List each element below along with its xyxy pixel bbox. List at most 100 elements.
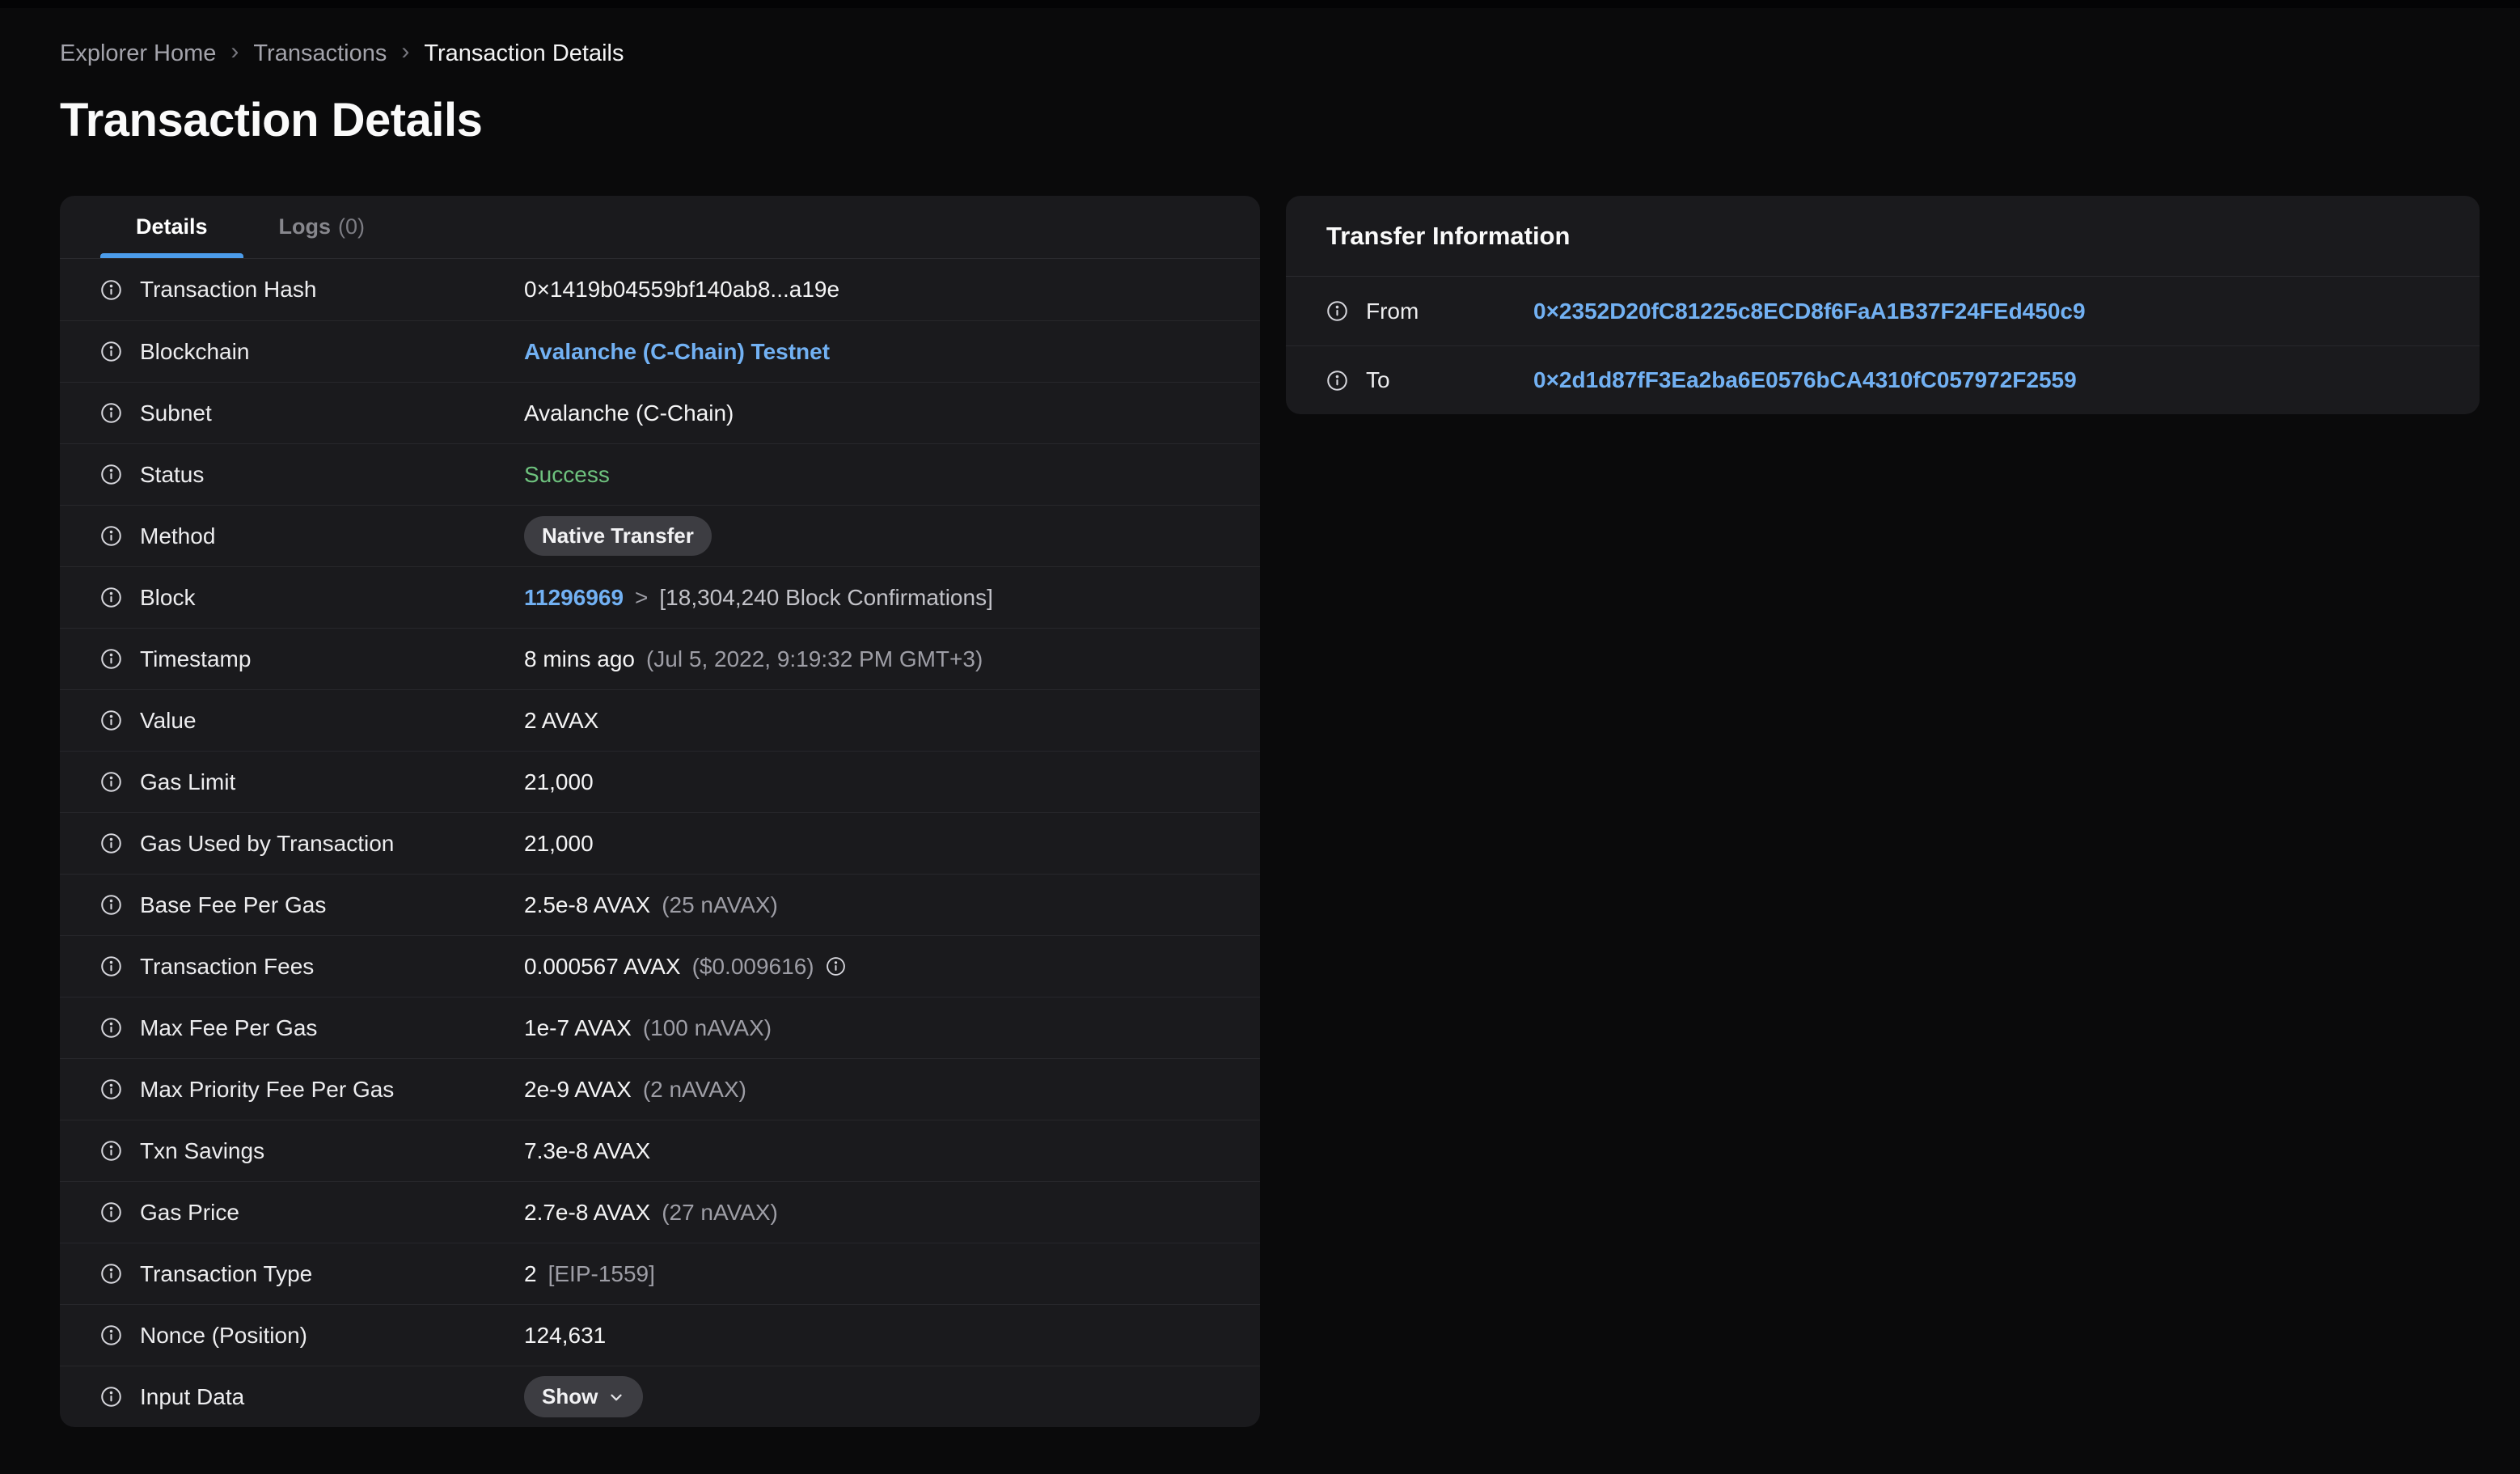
info-icon[interactable] (100, 587, 122, 608)
chevron-down-icon (611, 1394, 622, 1400)
detail-row-transaction-fees: Transaction Fees 0.000567 AVAX ($0.009616) (60, 935, 1260, 997)
row-label-area: Txn Savings (100, 1138, 524, 1164)
row-value-area: 7.3e-8 AVAX (524, 1138, 650, 1164)
row-label-nonce-position: Nonce (Position) (140, 1322, 307, 1348)
info-icon[interactable] (100, 1017, 122, 1039)
row-label-area: Timestamp (100, 646, 524, 672)
breadcrumb-item-transaction-details: Transaction Details (424, 40, 624, 66)
detail-row-max-fee-per-gas: Max Fee Per Gas 1e-7 AVAX (100 nAVAX) (60, 997, 1260, 1058)
transfer-rows: From 0×2352D20fC81225c8ECD8f6FaA1B37F24FE… (1286, 277, 2480, 414)
row-label-area: Transaction Fees (100, 954, 524, 980)
row-label-gas-price: Gas Price (140, 1199, 239, 1225)
detail-row-timestamp: Timestamp 8 mins ago (Jul 5, 2022, 9:19:32… (60, 628, 1260, 689)
info-icon[interactable] (100, 709, 122, 731)
row-value-area: 11296969 > [18,304,240 Block Confirmations… (524, 585, 993, 611)
info-icon[interactable] (100, 525, 122, 547)
value-block-link[interactable]: 11296969 (524, 585, 624, 611)
info-icon[interactable] (100, 832, 122, 854)
info-icon[interactable] (100, 648, 122, 670)
info-icon[interactable] (100, 894, 122, 916)
info-icon[interactable] (100, 1201, 122, 1223)
value-max-priority-fee-per-gas-secondary: (2 nAVAX) (642, 1076, 746, 1102)
row-label-value: Value (140, 707, 197, 733)
value-base-fee-per-gas-secondary: (25 nAVAX) (662, 892, 778, 917)
row-label-status: Status (140, 461, 205, 487)
input-data-show-button[interactable]: Show (524, 1376, 644, 1417)
row-label-area: Nonce (Position) (100, 1323, 524, 1349)
value-transaction-type-secondary: [EIP-1559] (548, 1260, 655, 1286)
row-value-area: Avalanche (C-Chain) (524, 400, 734, 426)
info-icon[interactable] (100, 1263, 122, 1285)
breadcrumb-item-transactions[interactable]: Transactions (253, 39, 387, 68)
info-icon[interactable] (100, 1078, 122, 1100)
top-strip (0, 0, 2520, 8)
value-value: 2 AVAX (524, 707, 599, 733)
value-transaction-fees: 0.000567 AVAX (524, 953, 681, 979)
row-value-area: 0×1419b04559bf140ab8...a19e (524, 277, 839, 303)
detail-row-input-data: Input Data Show (60, 1366, 1260, 1427)
row-label-method: Method (140, 523, 216, 549)
value-gas-limit: 21,000 (524, 769, 594, 794)
cards-row: Details Logs (0) Transaction Hash 0×1419b04… (60, 196, 2480, 1427)
value-transaction-type: 2 (524, 1260, 537, 1286)
detail-row-max-priority-fee-per-gas: Max Priority Fee Per Gas 2e-9 AVAX (2 nAVA… (60, 1058, 1260, 1120)
row-value-area: Show (524, 1376, 644, 1417)
value-transaction-hash: 0×1419b04559bf140ab8...a19e (524, 277, 840, 302)
row-label-area: Gas Limit (100, 769, 524, 795)
row-value-area: Native Transfer (524, 516, 712, 556)
value-subnet: Avalanche (C-Chain) (524, 400, 734, 426)
info-icon[interactable] (100, 1386, 122, 1408)
detail-row-nonce-position: Nonce (Position) 124,631 (60, 1304, 1260, 1366)
tab-details[interactable]: Details (100, 196, 243, 258)
row-label-area: Value (100, 708, 524, 734)
row-label-gas-used-by-transaction: Gas Used by Transaction (140, 830, 395, 856)
info-icon[interactable] (1326, 370, 1348, 392)
value-max-fee-per-gas: 1e-7 AVAX (524, 1014, 632, 1040)
value-gas-price-secondary: (27 nAVAX) (662, 1199, 778, 1225)
row-label-block: Block (140, 584, 196, 610)
detail-row-base-fee-per-gas: Base Fee Per Gas 2.5e-8 AVAX (25 nAVAX) (60, 874, 1260, 935)
info-icon[interactable] (100, 464, 122, 485)
row-label-timestamp: Timestamp (140, 646, 252, 671)
tab-label: Details (136, 214, 208, 239)
info-icon[interactable] (826, 956, 846, 976)
row-label-input-data: Input Data (140, 1383, 245, 1409)
row-value-area: 21,000 (524, 769, 594, 795)
row-label-area: Max Priority Fee Per Gas (100, 1077, 524, 1103)
row-label-area: Method (100, 523, 524, 549)
to-address-link[interactable]: 0×2d1d87fF3Ea2ba6E0576bCA4310fC057972F25… (1533, 367, 2077, 393)
info-icon[interactable] (100, 1140, 122, 1162)
row-label-area: Block (100, 585, 524, 611)
row-label-transaction-fees: Transaction Fees (140, 953, 315, 979)
row-label-area: From (1326, 299, 1533, 324)
row-label-transaction-type: Transaction Type (140, 1260, 313, 1286)
info-icon[interactable] (100, 279, 122, 301)
row-value-area: 2e-9 AVAX (2 nAVAX) (524, 1077, 746, 1103)
row-label-area: Subnet (100, 400, 524, 426)
info-icon[interactable] (100, 955, 122, 977)
tab-logs[interactable]: Logs (0) (243, 196, 401, 258)
value-transaction-fees-secondary: ($0.009616) (691, 953, 814, 979)
info-icon[interactable] (100, 1324, 122, 1346)
info-icon[interactable] (1326, 300, 1348, 322)
breadcrumb-item-explorer-home[interactable]: Explorer Home (60, 39, 216, 68)
row-label-area: Base Fee Per Gas (100, 892, 524, 918)
page-title: Transaction Details (60, 94, 483, 146)
from-address-link[interactable]: 0×2352D20fC81225c8ECD8f6FaA1B37F24FEd450… (1533, 299, 2086, 324)
value-max-priority-fee-per-gas: 2e-9 AVAX (524, 1076, 632, 1102)
info-icon[interactable] (100, 402, 122, 424)
row-label-area: Transaction Hash (100, 277, 524, 303)
row-label-area: Input Data (100, 1384, 524, 1410)
row-value-area: 1e-7 AVAX (100 nAVAX) (524, 1015, 772, 1041)
detail-row-status: Status Success (60, 443, 1260, 505)
value-blockchain-link[interactable]: Avalanche (C-Chain) Testnet (524, 339, 830, 365)
row-label-area: Status (100, 462, 524, 488)
detail-row-subnet: Subnet Avalanche (C-Chain) (60, 382, 1260, 443)
show-button-label: Show (542, 1384, 598, 1408)
info-icon[interactable] (100, 341, 122, 362)
value-gas-price: 2.7e-8 AVAX (524, 1199, 651, 1225)
detail-row-transaction-type: Transaction Type 2 [EIP-1559] (60, 1243, 1260, 1304)
row-label-max-priority-fee-per-gas: Max Priority Fee Per Gas (140, 1076, 395, 1102)
row-value-area: Success (524, 462, 610, 488)
info-icon[interactable] (100, 771, 122, 793)
